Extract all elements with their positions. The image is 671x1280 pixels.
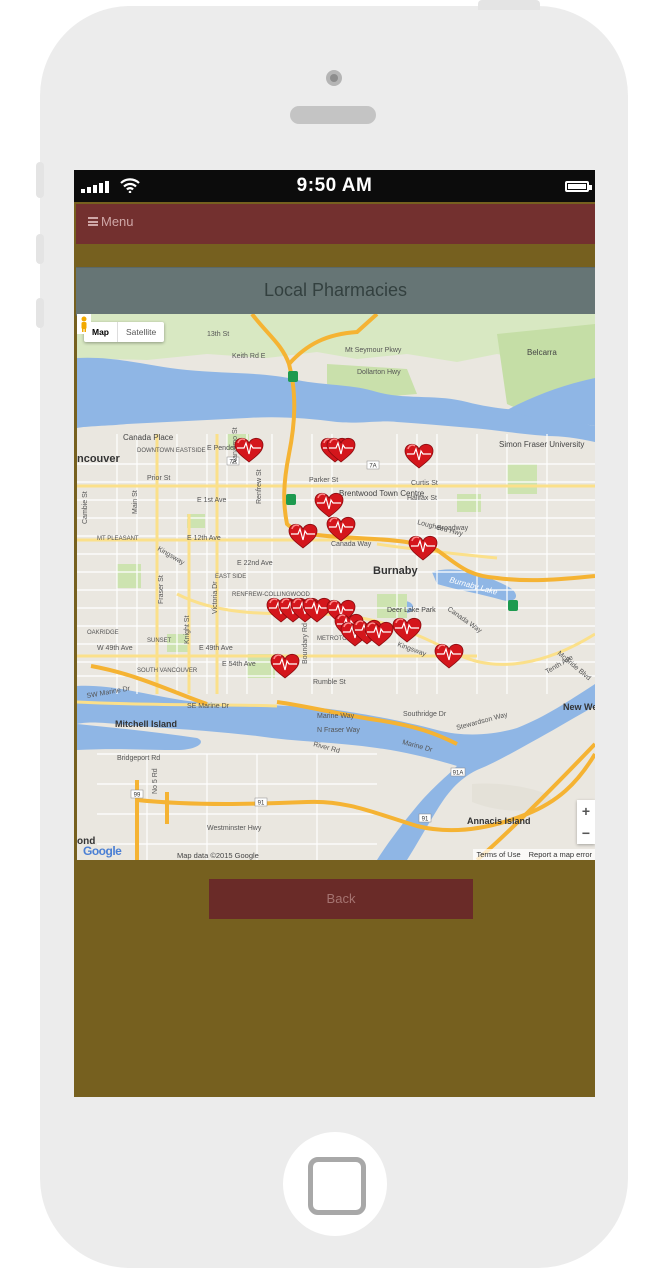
svg-text:Belcarra: Belcarra (527, 348, 557, 357)
svg-text:Westminster Hwy: Westminster Hwy (207, 825, 262, 832)
svg-text:E 1st Ave: E 1st Ave (197, 497, 227, 504)
page-title: Local Pharmacies (263, 280, 408, 300)
status-time: 9:50 AM (296, 175, 373, 196)
svg-text:13th St: 13th St (207, 331, 229, 338)
svg-text:Mitchell Island: Mitchell Island (115, 719, 177, 729)
mute-switch (36, 162, 44, 198)
svg-text:ncouver: ncouver (77, 453, 121, 465)
svg-text:Keith Rd E: Keith Rd E (232, 353, 266, 360)
zoom-in-button[interactable]: + (577, 800, 595, 822)
svg-text:Victoria Dr: Victoria Dr (212, 581, 219, 614)
svg-text:Annacis Island: Annacis Island (467, 816, 531, 826)
svg-text:Mt Seymour Pkwy: Mt Seymour Pkwy (345, 347, 402, 354)
svg-text:Knight St: Knight St (184, 616, 191, 644)
report-map-error-link[interactable]: Report a map error (529, 850, 592, 859)
svg-text:DOWNTOWN EASTSIDE: DOWNTOWN EASTSIDE (137, 448, 206, 454)
google-logo: Google (83, 844, 122, 858)
svg-text:SE Marine Dr: SE Marine Dr (187, 703, 230, 710)
power-button (478, 0, 540, 10)
battery-icon (565, 181, 592, 192)
svg-text:Prior St: Prior St (147, 475, 170, 482)
earpiece-speaker (290, 106, 376, 124)
svg-text:E 22nd Ave: E 22nd Ave (237, 560, 273, 567)
svg-text:Burnaby: Burnaby (373, 565, 419, 577)
svg-text:E 49th Ave: E 49th Ave (199, 645, 233, 652)
back-button[interactable]: Back (209, 879, 473, 919)
status-bar: 9:50 AM (74, 170, 595, 202)
volume-down-button (36, 298, 44, 328)
svg-text:MT PLEASANT: MT PLEASANT (97, 536, 139, 542)
menu-button[interactable]: Menu (88, 214, 134, 229)
svg-text:91A: 91A (453, 771, 464, 777)
svg-text:Bridgeport Rd: Bridgeport Rd (117, 755, 160, 762)
svg-text:99: 99 (134, 793, 141, 799)
svg-text:Canada Place: Canada Place (123, 433, 174, 442)
svg-text:Curtis St: Curtis St (411, 480, 438, 487)
svg-text:Halifax St: Halifax St (407, 495, 437, 502)
map-attribution: Map data ©2015 Google (177, 851, 259, 860)
svg-text:Southridge Dr: Southridge Dr (403, 711, 447, 718)
svg-text:Simon Fraser University: Simon Fraser University (499, 440, 584, 449)
hamburger-icon (88, 217, 98, 226)
navbar: Menu (76, 204, 595, 244)
svg-text:Fraser St: Fraser St (158, 575, 165, 604)
svg-text:E 54th Ave: E 54th Ave (222, 661, 256, 668)
zoom-control: + − (577, 800, 595, 844)
svg-text:Boundary Rd: Boundary Rd (302, 623, 309, 664)
pegman-icon[interactable] (77, 314, 91, 334)
svg-text:SOUTH VANCOUVER: SOUTH VANCOUVER (137, 668, 198, 674)
svg-text:Cambie St: Cambie St (82, 491, 89, 524)
terms-of-use-link[interactable]: Terms of Use (476, 850, 520, 859)
svg-text:91: 91 (422, 817, 429, 823)
map-footer: Terms of Use Report a map error (473, 849, 595, 860)
svg-text:Parker St: Parker St (309, 477, 338, 484)
svg-text:Renfrew St: Renfrew St (256, 469, 263, 504)
svg-text:New Westminster: New Westminster (563, 702, 595, 712)
svg-text:EAST SIDE: EAST SIDE (215, 574, 246, 580)
menu-label: Menu (101, 214, 134, 229)
svg-text:91: 91 (258, 801, 265, 807)
svg-text:E 12th Ave: E 12th Ave (187, 535, 221, 542)
map-canvas[interactable]: 7A 7A 99 91 91 91A 13th St Keith Rd E Mt… (77, 314, 595, 860)
svg-text:Main St: Main St (132, 490, 139, 514)
map-type-satellite-button[interactable]: Satellite (117, 322, 164, 342)
svg-text:Dollarton Hwy: Dollarton Hwy (357, 369, 401, 376)
home-button[interactable] (283, 1132, 387, 1236)
svg-text:No 5 Rd: No 5 Rd (152, 768, 159, 794)
svg-text:OAKRIDGE: OAKRIDGE (87, 630, 119, 636)
phone-screen: 9:50 AM Menu Local Pharmacies 7A 7A 99 9… (74, 170, 595, 1097)
svg-text:Rumble St: Rumble St (313, 679, 346, 686)
pharmacy-map[interactable]: 7A 7A 99 91 91 91A 13th St Keith Rd E Mt… (77, 314, 595, 860)
svg-text:7A: 7A (369, 464, 376, 470)
zoom-out-button[interactable]: − (577, 822, 595, 844)
map-type-control: Map Satellite (84, 322, 165, 342)
title-bar: Local Pharmacies (76, 267, 595, 316)
svg-text:SUNSET: SUNSET (147, 638, 172, 644)
svg-text:Marine Way: Marine Way (317, 713, 355, 720)
svg-text:Deer Lake Park: Deer Lake Park (387, 607, 436, 614)
svg-text:Broadway: Broadway (437, 525, 469, 532)
front-camera (326, 70, 342, 86)
volume-up-button (36, 234, 44, 264)
svg-text:N Fraser Way: N Fraser Way (317, 727, 360, 734)
svg-text:W 49th Ave: W 49th Ave (97, 645, 133, 652)
svg-text:RENFREW-COLLINGWOOD: RENFREW-COLLINGWOOD (232, 592, 311, 598)
svg-text:Canada Way: Canada Way (331, 541, 372, 548)
